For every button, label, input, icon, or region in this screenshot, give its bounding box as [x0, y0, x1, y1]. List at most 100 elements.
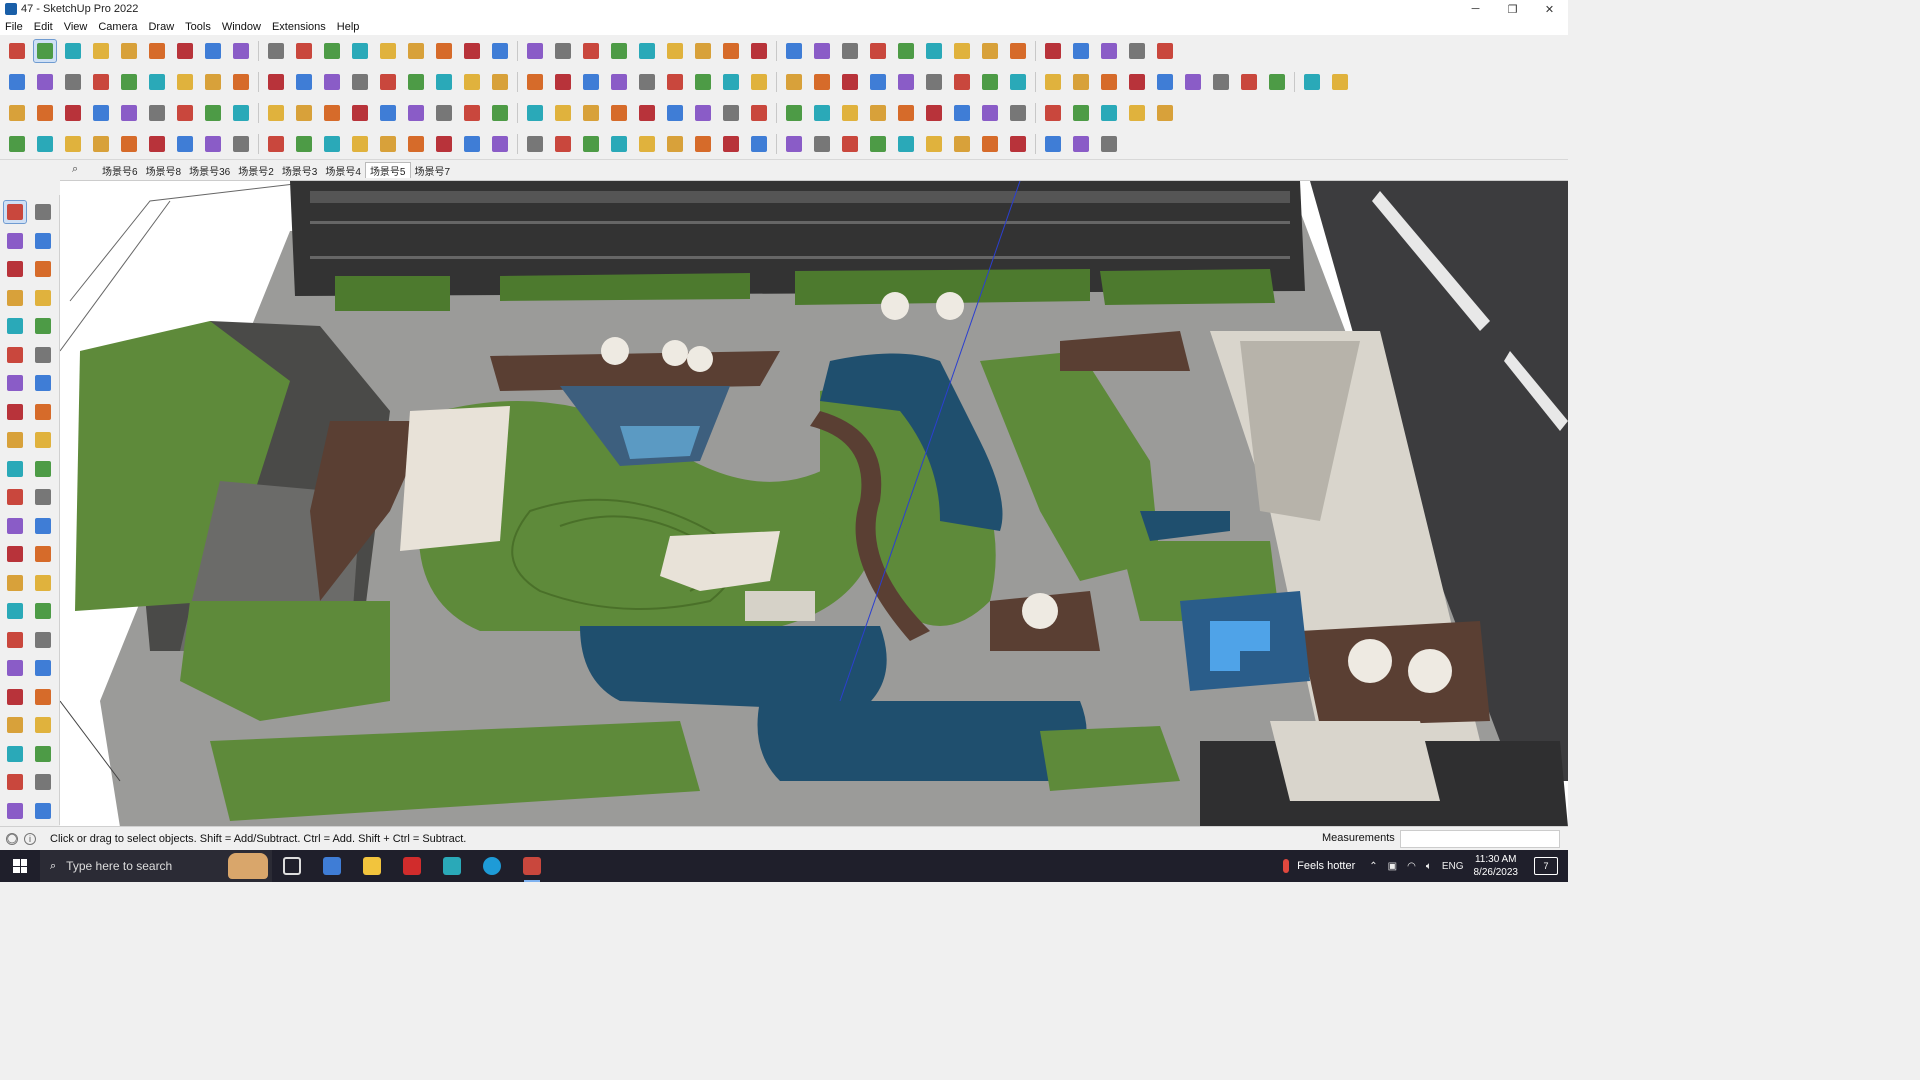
- acrobat-icon[interactable]: [392, 850, 432, 882]
- toolbar-tool-icon[interactable]: [811, 133, 833, 155]
- toolbar-tool-icon[interactable]: [979, 71, 1001, 93]
- palette-tool-icon[interactable]: [32, 800, 54, 822]
- toolbar-tool-icon[interactable]: [811, 102, 833, 124]
- toolbar-tool-icon[interactable]: [433, 71, 455, 93]
- palette-tool-icon[interactable]: [32, 372, 54, 394]
- palette-tool-icon[interactable]: [4, 315, 26, 337]
- toolbar-tool-icon[interactable]: [552, 71, 574, 93]
- toolbar-tool-icon[interactable]: [1182, 71, 1204, 93]
- toolbar-tool-icon[interactable]: [433, 40, 455, 62]
- toolbar-tool-icon[interactable]: [433, 102, 455, 124]
- palette-tool-icon[interactable]: [4, 287, 26, 309]
- toolbar-tool-icon[interactable]: [202, 133, 224, 155]
- toolbar-tool-icon[interactable]: [811, 40, 833, 62]
- toolbar-tool-icon[interactable]: [293, 102, 315, 124]
- palette-tool-icon[interactable]: [32, 401, 54, 423]
- palette-tool-icon[interactable]: [4, 600, 26, 622]
- toolbar-tool-icon[interactable]: [951, 71, 973, 93]
- toolbar-tool-icon[interactable]: [1007, 40, 1029, 62]
- toolbar-tool-icon[interactable]: [230, 102, 252, 124]
- toolbar-tool-icon[interactable]: [951, 102, 973, 124]
- toolbar-tool-icon[interactable]: [552, 133, 574, 155]
- toolbar-tool-icon[interactable]: [552, 40, 574, 62]
- palette-tool-icon[interactable]: [4, 572, 26, 594]
- taskbar-search[interactable]: ⌕ Type here to search: [40, 850, 272, 882]
- scene-tab[interactable]: 场景号36: [185, 162, 234, 178]
- toolbar-tool-icon[interactable]: [265, 40, 287, 62]
- toolbar-tool-icon[interactable]: [62, 133, 84, 155]
- palette-tool-icon[interactable]: [4, 771, 26, 793]
- toolbar-tool-icon[interactable]: [293, 40, 315, 62]
- toolbar-tool-icon[interactable]: [265, 102, 287, 124]
- toolbar-tool-icon[interactable]: [377, 133, 399, 155]
- palette-tool-icon[interactable]: [4, 800, 26, 822]
- toolbar-tool-icon[interactable]: [90, 133, 112, 155]
- scene-tab[interactable]: 场景号6: [98, 162, 142, 178]
- toolbar-tool-icon[interactable]: [636, 102, 658, 124]
- toolbar-tool-icon[interactable]: [867, 133, 889, 155]
- palette-tool-icon[interactable]: [32, 686, 54, 708]
- palette-tool-icon[interactable]: [32, 572, 54, 594]
- toolbar-tool-icon[interactable]: [349, 71, 371, 93]
- toolbar-tool-icon[interactable]: [146, 133, 168, 155]
- file-explorer-icon[interactable]: [352, 850, 392, 882]
- app-3-icon[interactable]: [432, 850, 472, 882]
- toolbar-tool-icon[interactable]: [524, 40, 546, 62]
- toolbar-tool-icon[interactable]: [34, 102, 56, 124]
- language-indicator[interactable]: ENG: [1442, 861, 1464, 872]
- toolbar-tool-icon[interactable]: [580, 102, 602, 124]
- toolbar-tool-icon[interactable]: [461, 71, 483, 93]
- palette-tool-icon[interactable]: [4, 230, 26, 252]
- calculator-icon[interactable]: [312, 850, 352, 882]
- toolbar-tool-icon[interactable]: [34, 71, 56, 93]
- chevron-up-icon[interactable]: ⌃: [1369, 861, 1377, 872]
- toolbar-tool-icon[interactable]: [489, 40, 511, 62]
- palette-tool-icon[interactable]: [4, 458, 26, 480]
- toolbar-tool-icon[interactable]: [748, 40, 770, 62]
- toolbar-tool-icon[interactable]: [552, 102, 574, 124]
- scene-tab[interactable]: 场景号3: [278, 162, 322, 178]
- toolbar-tool-icon[interactable]: [839, 133, 861, 155]
- toolbar-tool-icon[interactable]: [230, 133, 252, 155]
- menu-draw[interactable]: Draw: [148, 21, 174, 33]
- toolbar-tool-icon[interactable]: [1154, 40, 1176, 62]
- menu-window[interactable]: Window: [222, 21, 261, 33]
- palette-tool-icon[interactable]: [4, 686, 26, 708]
- palette-tool-icon[interactable]: [4, 543, 26, 565]
- palette-tool-icon[interactable]: [32, 287, 54, 309]
- toolbar-tool-icon[interactable]: [349, 102, 371, 124]
- toolbar-tool-icon[interactable]: [608, 133, 630, 155]
- menu-tools[interactable]: Tools: [185, 21, 211, 33]
- meet-icon[interactable]: ▣: [1388, 861, 1397, 872]
- toolbar-tool-icon[interactable]: [951, 40, 973, 62]
- palette-tool-icon[interactable]: [4, 258, 26, 280]
- toolbar-tool-icon[interactable]: [405, 71, 427, 93]
- toolbar-tool-icon[interactable]: [174, 133, 196, 155]
- toolbar-tool-icon[interactable]: [321, 133, 343, 155]
- toolbar-tool-icon[interactable]: [692, 71, 714, 93]
- toolbar-tool-icon[interactable]: [6, 40, 28, 62]
- palette-tool-icon[interactable]: [32, 258, 54, 280]
- palette-tool-icon[interactable]: [32, 543, 54, 565]
- palette-tool-icon[interactable]: [32, 515, 54, 537]
- palette-tool-icon[interactable]: [4, 714, 26, 736]
- edge-browser-icon[interactable]: [472, 850, 512, 882]
- toolbar-tool-icon[interactable]: [461, 102, 483, 124]
- menu-help[interactable]: Help: [337, 21, 360, 33]
- toolbar-tool-icon[interactable]: [1007, 133, 1029, 155]
- toolbar-tool-icon[interactable]: [90, 102, 112, 124]
- toolbar-tool-icon[interactable]: [748, 133, 770, 155]
- geo-location-icon[interactable]: ◯: [6, 832, 18, 845]
- menu-extensions[interactable]: Extensions: [272, 21, 326, 33]
- toolbar-tool-icon[interactable]: [692, 102, 714, 124]
- toolbar-tool-icon[interactable]: [1210, 71, 1232, 93]
- toolbar-tool-icon[interactable]: [174, 40, 196, 62]
- toolbar-tool-icon[interactable]: [895, 71, 917, 93]
- toolbar-tool-icon[interactable]: [1098, 102, 1120, 124]
- toolbar-tool-icon[interactable]: [461, 133, 483, 155]
- toolbar-tool-icon[interactable]: [433, 133, 455, 155]
- toolbar-tool-icon[interactable]: [1007, 102, 1029, 124]
- toolbar-tool-icon[interactable]: [1042, 133, 1064, 155]
- toolbar-tool-icon[interactable]: [839, 40, 861, 62]
- palette-tool-icon[interactable]: [32, 486, 54, 508]
